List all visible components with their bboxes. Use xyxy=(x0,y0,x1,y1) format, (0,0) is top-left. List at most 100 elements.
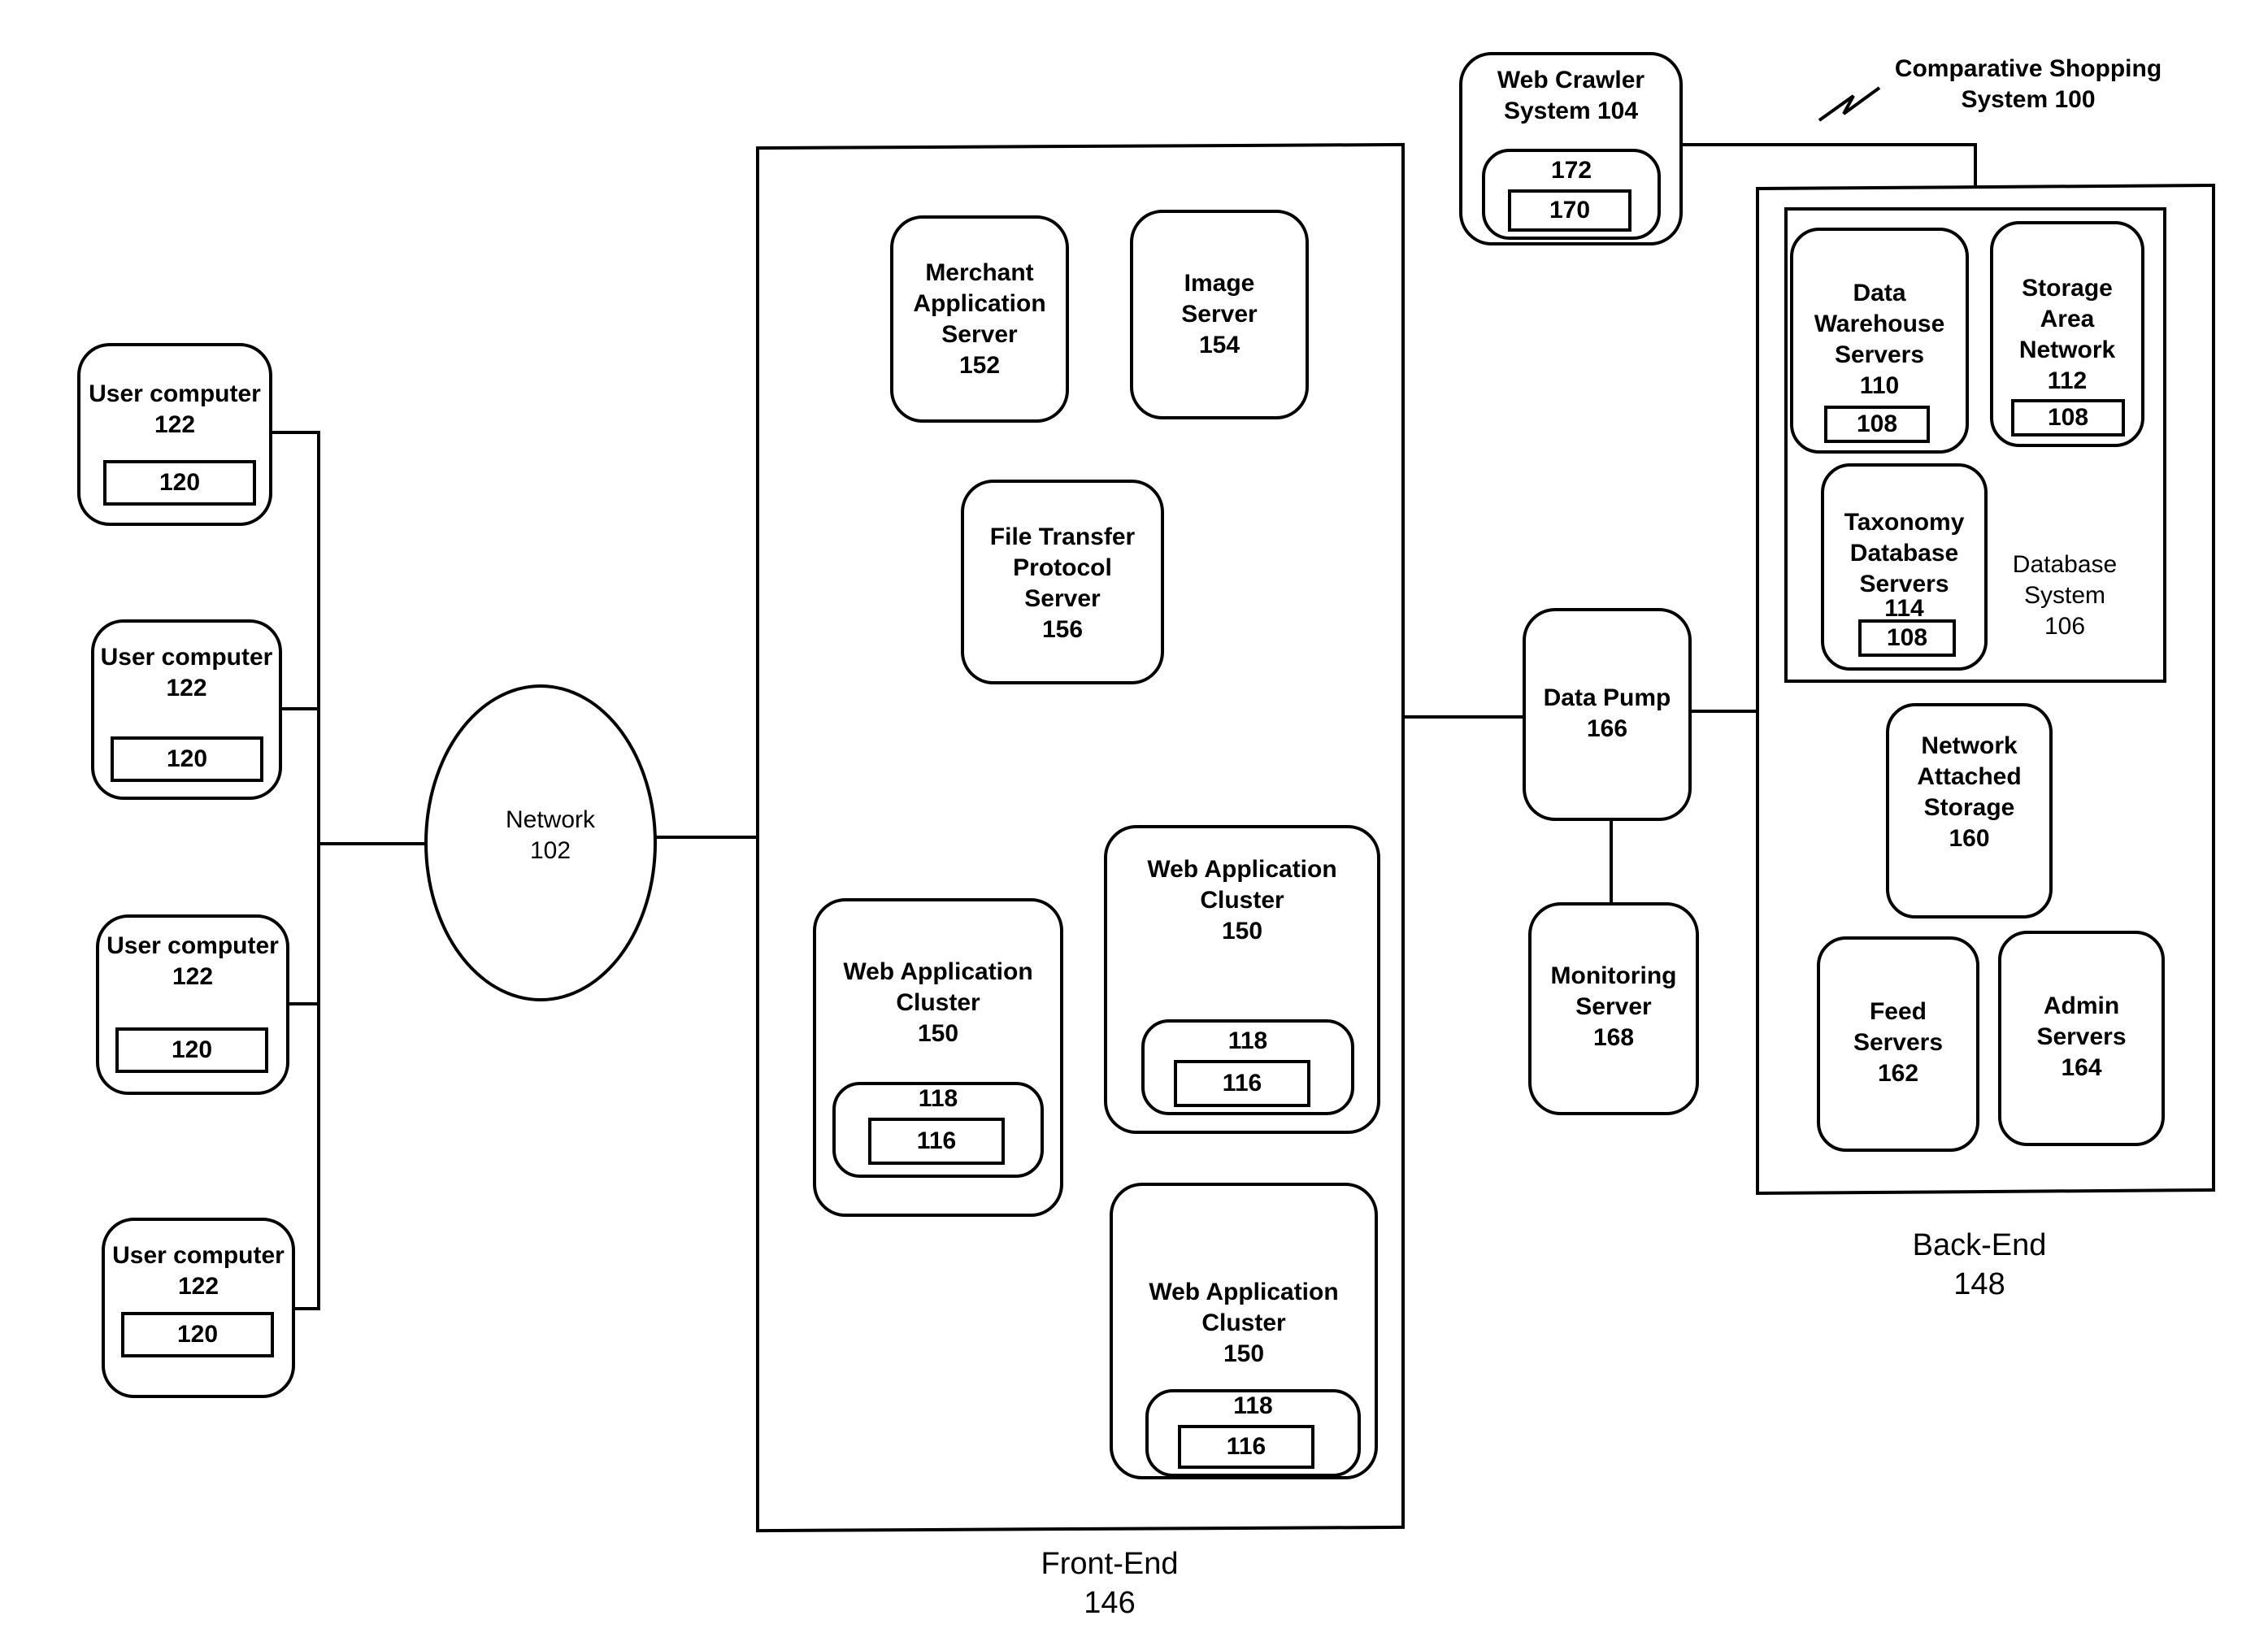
database-system-label: Database System 106 xyxy=(1983,549,2146,642)
monitoring-line2: Server xyxy=(1575,993,1652,1020)
component-172-label: 172 xyxy=(1550,157,1592,184)
tax-line2: Database xyxy=(1849,540,1959,567)
front-end-name: Front-End xyxy=(1041,1547,1179,1581)
component-116: 116 xyxy=(1174,1060,1310,1107)
dw-line3: Servers xyxy=(1834,341,1925,368)
component-116: 116 xyxy=(1178,1425,1314,1469)
datapump-line1: Data Pump xyxy=(1543,684,1671,711)
user-computer-2[interactable]: User computer 122 120 xyxy=(91,619,282,800)
dbsys-line2: System xyxy=(2023,582,2106,609)
web-app-cluster-150-b[interactable]: Web Application Cluster 150 118 116 xyxy=(1104,825,1380,1134)
cluster-line1: Web Application xyxy=(1149,1279,1339,1305)
nas-line2: Attached xyxy=(1917,763,2022,790)
merchant-application-server-152[interactable]: Merchant Application Server 152 xyxy=(890,215,1069,423)
taxonomy-database-servers-114[interactable]: Taxonomy Database Servers 114 108 xyxy=(1821,463,1988,671)
cluster-line2: Cluster xyxy=(896,989,980,1016)
image-ref: 154 xyxy=(1198,332,1240,358)
system-label-line2: System 100 xyxy=(1961,86,2096,113)
monitoring-server-168[interactable]: Monitoring Server 168 xyxy=(1528,902,1699,1115)
user-computer-ref: 122 xyxy=(166,675,207,701)
user-computer-4[interactable]: User computer 122 120 xyxy=(102,1218,295,1398)
tax-ref: 114 xyxy=(1884,595,1924,622)
crawler-line1: Web Crawler xyxy=(1497,67,1645,93)
network-ref: 102 xyxy=(529,837,571,864)
component-116: 116 xyxy=(868,1118,1005,1165)
user-computer-label: User computer xyxy=(100,644,273,671)
nas-line1: Network xyxy=(1921,732,2018,759)
ftp-line3: Server xyxy=(1024,585,1101,612)
component-118: 118 116 xyxy=(832,1082,1044,1178)
admin-servers-164[interactable]: Admin Servers 164 xyxy=(1998,931,2165,1146)
component-118: 118 116 xyxy=(1141,1019,1354,1115)
web-crawler-system-104[interactable]: Web Crawler System 104 172 170 xyxy=(1459,52,1683,245)
monitoring-line1: Monitoring xyxy=(1550,962,1677,989)
admin-ref: 164 xyxy=(2061,1054,2102,1081)
back-end-ref: 148 xyxy=(1953,1267,2005,1301)
feed-line1: Feed xyxy=(1869,998,1927,1025)
merchant-line2: Application xyxy=(913,290,1046,317)
back-end-label: Back-End 148 xyxy=(1857,1226,2101,1304)
data-pump-166[interactable]: Data Pump 166 xyxy=(1523,608,1692,821)
web-app-cluster-150-a[interactable]: Web Application Cluster 150 118 116 xyxy=(813,898,1063,1217)
network-label: Network 102 xyxy=(424,805,676,866)
cluster-line2: Cluster xyxy=(1200,887,1284,914)
front-end-label: Front-End 146 xyxy=(988,1544,1232,1622)
network-name: Network xyxy=(505,806,596,833)
admin-line1: Admin xyxy=(2043,992,2120,1019)
back-end-name: Back-End xyxy=(1912,1228,2047,1262)
san-ref: 112 xyxy=(2047,367,2088,394)
feed-servers-162[interactable]: Feed Servers 162 xyxy=(1817,936,1979,1152)
user-computer-label: User computer xyxy=(112,1242,285,1269)
component-120: 120 xyxy=(103,460,256,506)
cluster-line2: Cluster xyxy=(1201,1309,1286,1336)
user-computer-label: User computer xyxy=(106,932,279,959)
crawler-line2: System 104 xyxy=(1503,98,1639,124)
component-120: 120 xyxy=(115,1027,268,1073)
image-server-154[interactable]: Image Server 154 xyxy=(1130,210,1309,419)
image-line1: Image xyxy=(1184,270,1255,297)
dw-ref: 110 xyxy=(1859,372,1900,399)
component-120: 120 xyxy=(111,736,263,782)
feed-line2: Servers xyxy=(1853,1029,1944,1056)
san-line3: Network xyxy=(2018,337,2116,363)
component-108: 108 xyxy=(1858,619,1956,657)
merchant-ref: 152 xyxy=(958,352,1001,379)
system-label: Comparative Shopping System 100 xyxy=(1837,54,2219,115)
component-118-label: 118 xyxy=(918,1085,958,1112)
web-app-cluster-150-c[interactable]: Web Application Cluster 150 118 116 xyxy=(1110,1183,1378,1479)
component-172: 172 170 xyxy=(1482,149,1661,240)
network-attached-storage-160[interactable]: Network Attached Storage 160 xyxy=(1886,703,2053,919)
nas-line3: Storage xyxy=(1923,794,2015,821)
user-computer-1[interactable]: User computer 122 120 xyxy=(77,343,272,526)
cluster-line1: Web Application xyxy=(1147,856,1337,883)
user-computer-3[interactable]: User computer 122 120 xyxy=(96,914,289,1095)
component-118-label: 118 xyxy=(1227,1027,1268,1054)
monitoring-ref: 168 xyxy=(1592,1024,1635,1051)
dw-line1: Data xyxy=(1853,280,1906,306)
merchant-line1: Merchant xyxy=(925,259,1034,286)
user-computer-ref: 122 xyxy=(172,963,214,990)
user-computer-ref: 122 xyxy=(177,1273,219,1300)
front-end-ref: 146 xyxy=(1084,1586,1136,1620)
image-line2: Server xyxy=(1181,301,1258,328)
feed-ref: 162 xyxy=(1877,1060,1919,1087)
cluster-line1: Web Application xyxy=(843,958,1033,985)
dw-line2: Warehouse xyxy=(1814,311,1945,337)
dbsys-ref: 106 xyxy=(2044,613,2086,640)
ftp-line2: Protocol xyxy=(1013,554,1112,581)
tax-line1: Taxonomy xyxy=(1844,509,1965,536)
component-108: 108 xyxy=(2011,399,2125,436)
nas-ref: 160 xyxy=(1949,825,1990,852)
ftp-ref: 156 xyxy=(1041,616,1084,643)
cluster-ref: 150 xyxy=(1223,1340,1265,1367)
admin-line2: Servers xyxy=(2036,1023,2127,1050)
data-warehouse-servers-110[interactable]: Data Warehouse Servers 110 108 xyxy=(1790,228,1969,454)
user-computer-label: User computer xyxy=(89,380,261,407)
san-line2: Area xyxy=(2040,306,2095,332)
ftp-line1: File Transfer xyxy=(989,523,1136,550)
datapump-ref: 166 xyxy=(1586,715,1628,742)
component-108: 108 xyxy=(1824,406,1930,443)
storage-area-network-112[interactable]: Storage Area Network 112 108 xyxy=(1990,221,2144,447)
ftp-server-156[interactable]: File Transfer Protocol Server 156 xyxy=(961,480,1164,684)
merchant-line3: Server xyxy=(941,321,1018,348)
